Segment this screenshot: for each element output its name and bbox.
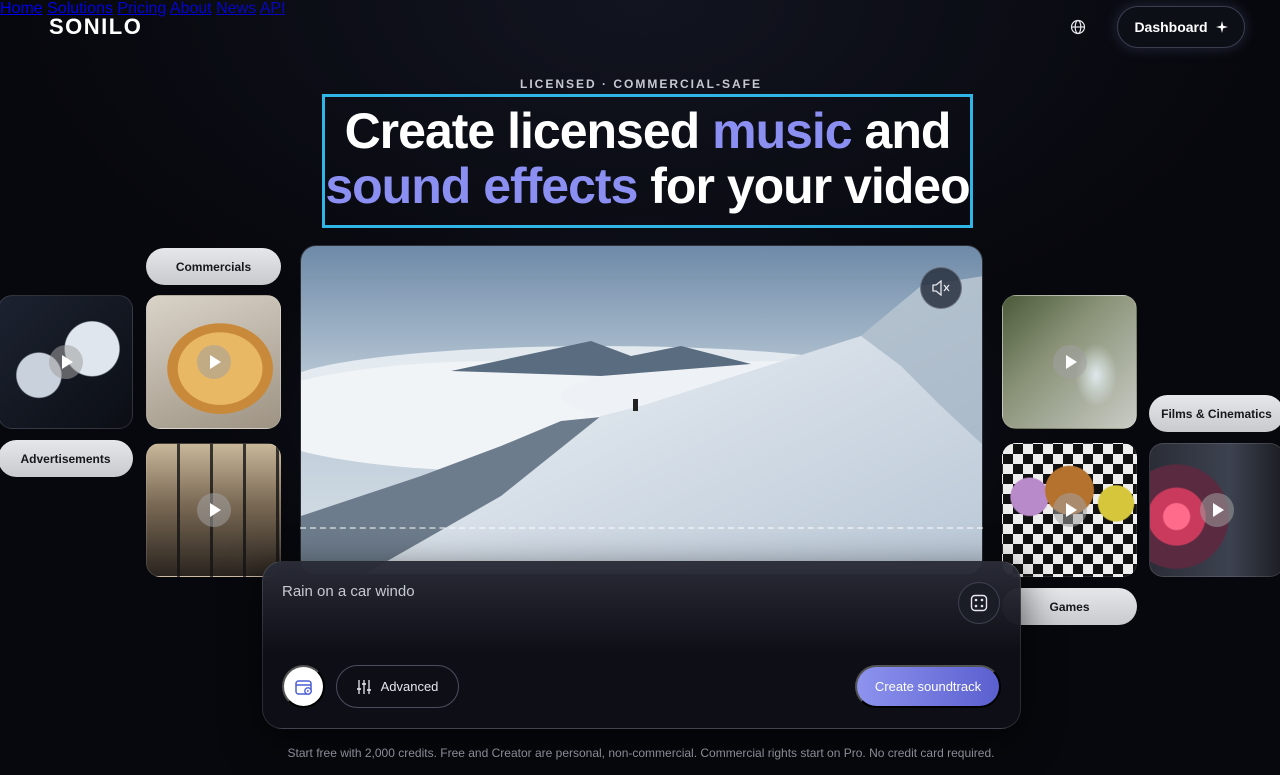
logo[interactable]: SONILO — [49, 14, 142, 40]
mountain-scene — [301, 246, 982, 574]
video-thumbnail-ice-glass[interactable] — [1002, 295, 1137, 429]
main-nav: Home Solutions Pricing About News API — [0, 0, 1280, 18]
video-thumbnail-crumpet[interactable] — [146, 295, 281, 429]
main-video-player[interactable] — [300, 245, 983, 575]
category-games[interactable]: Games — [1002, 588, 1137, 625]
dashboard-label: Dashboard — [1134, 19, 1208, 35]
timeline-dashed-line — [300, 527, 983, 529]
video-upload-icon — [294, 679, 312, 695]
footnote-text: Start free with 2,000 credits. Free and … — [287, 746, 995, 760]
randomize-button[interactable] — [958, 582, 1000, 624]
prompt-input[interactable]: Rain on a car windo — [282, 583, 415, 600]
dice-icon — [970, 594, 988, 612]
mute-button[interactable] — [920, 267, 962, 309]
headline-part: for your video — [637, 158, 970, 214]
nav-home[interactable]: Home — [0, 0, 43, 17]
video-thumbnail-airport[interactable] — [146, 443, 281, 577]
globe-icon[interactable] — [1070, 19, 1086, 35]
sparkle-icon — [1215, 21, 1228, 33]
nav-api[interactable]: API — [260, 0, 286, 17]
video-thumbnail-headphones[interactable] — [0, 295, 133, 429]
video-thumbnail-game-characters[interactable] — [1002, 443, 1137, 577]
create-soundtrack-button[interactable]: Create soundtrack — [855, 665, 1001, 708]
play-icon[interactable] — [1052, 493, 1087, 527]
play-icon[interactable] — [196, 493, 231, 527]
headline-accent: sound effects — [325, 158, 638, 214]
category-films-cinematics[interactable]: Films & Cinematics — [1149, 395, 1280, 432]
headline-part: and — [851, 103, 952, 159]
speaker-muted-icon — [932, 280, 950, 296]
eyebrow-text: LICENSED · COMMERCIAL-SAFE — [520, 77, 762, 91]
headline-accent: music — [712, 103, 853, 159]
headline-part: Create licensed — [344, 103, 713, 159]
play-icon[interactable] — [1052, 345, 1087, 379]
attach-video-button[interactable] — [282, 665, 325, 708]
advanced-button[interactable]: Advanced — [336, 665, 459, 708]
play-icon[interactable] — [196, 345, 231, 379]
nav-news[interactable]: News — [216, 0, 256, 17]
advanced-label: Advanced — [380, 679, 439, 694]
dashboard-button[interactable]: Dashboard — [1117, 6, 1245, 48]
page-title: Create licensed music and sound effects … — [322, 104, 973, 214]
play-icon[interactable] — [48, 345, 83, 379]
sliders-icon — [356, 679, 371, 694]
category-advertisements[interactable]: Advertisements — [0, 440, 133, 477]
video-thumbnail-sci-fi-tunnel[interactable] — [1149, 443, 1280, 577]
nav-about[interactable]: About — [170, 0, 212, 17]
category-commercials[interactable]: Commercials — [146, 248, 281, 285]
play-icon[interactable] — [1199, 493, 1234, 527]
